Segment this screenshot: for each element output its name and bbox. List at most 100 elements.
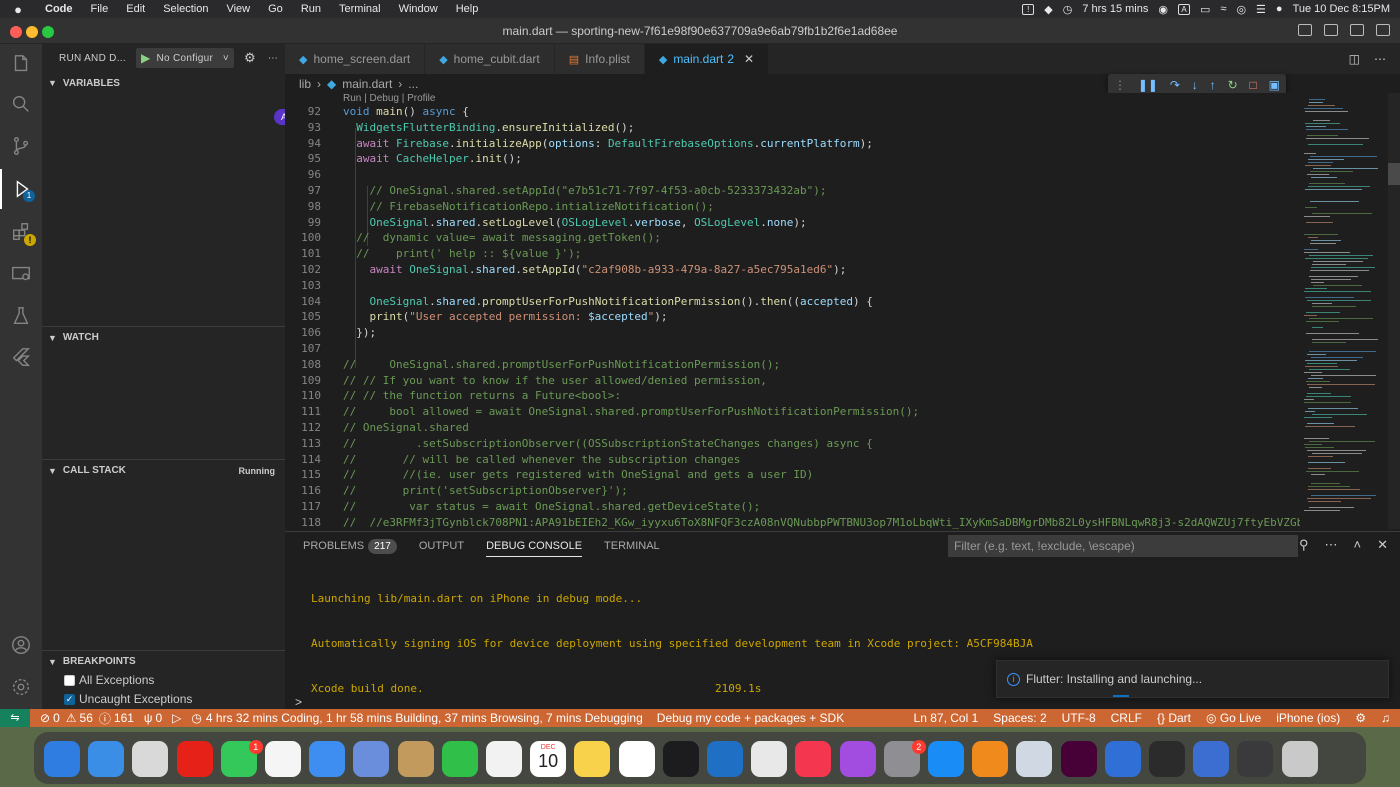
code-text[interactable]: // var status = await OneSignal.shared.g… bbox=[343, 500, 760, 513]
code-line[interactable]: 95 await CacheHelper.init(); bbox=[285, 152, 1300, 168]
debug-launch-icon[interactable]: ▷ bbox=[172, 711, 181, 725]
manage-gear-icon[interactable] bbox=[0, 667, 42, 707]
line-number[interactable]: 107 bbox=[285, 342, 321, 355]
warning-icon[interactable]: ⚠ bbox=[66, 711, 77, 725]
accounts-icon[interactable] bbox=[0, 625, 42, 665]
dock-xcode-icon[interactable] bbox=[1104, 741, 1141, 777]
more-actions-icon[interactable]: ⋯ bbox=[1325, 537, 1338, 553]
code-line[interactable]: 97 // OneSignal.shared.setAppId("e7b51c7… bbox=[285, 184, 1300, 200]
dock-calendar-icon[interactable]: DEC 10 bbox=[530, 741, 567, 777]
code-text[interactable]: // .setSubscriptionObserver((OSSubscript… bbox=[343, 437, 873, 450]
siri-icon[interactable]: ● bbox=[1276, 3, 1283, 15]
menu-window[interactable]: Window bbox=[390, 3, 447, 15]
code-editor[interactable]: Run | Debug | Profile 92 void main() asyn… bbox=[285, 93, 1300, 529]
warning-count[interactable]: 56 bbox=[80, 711, 93, 725]
menu-terminal[interactable]: Terminal bbox=[330, 3, 390, 15]
code-line[interactable]: 116 // print('setSubscriptionObserver}'); bbox=[285, 484, 1300, 500]
line-number[interactable]: 118 bbox=[285, 516, 321, 529]
dock-trash-icon[interactable] bbox=[1281, 741, 1318, 777]
dock-chatgpt-icon[interactable] bbox=[751, 741, 788, 777]
search-icon[interactable]: ⚲ bbox=[1299, 537, 1309, 553]
info-icon[interactable]: ⓘ bbox=[99, 710, 111, 727]
line-number[interactable]: 101 bbox=[285, 247, 321, 260]
play-icon[interactable]: ▶ bbox=[141, 51, 151, 65]
dock-youtube-icon[interactable] bbox=[176, 741, 213, 777]
close-panel-icon[interactable]: ✕ bbox=[1377, 537, 1388, 553]
info-count[interactable]: 161 bbox=[114, 711, 134, 725]
error-count[interactable]: 0 bbox=[53, 711, 60, 725]
code-line[interactable]: 115 // //(ie. user gets registered with O… bbox=[285, 468, 1300, 484]
menubar-timer[interactable]: 7 hrs 15 mins bbox=[1082, 3, 1148, 15]
timer-icon[interactable]: ◷ bbox=[1063, 3, 1073, 16]
feedback-icon[interactable]: ⚙ bbox=[1355, 711, 1366, 725]
pause-icon[interactable]: ❚❚ bbox=[1138, 78, 1158, 92]
dock-app-store-icon[interactable] bbox=[928, 741, 964, 777]
control-center-icon[interactable]: ☰ bbox=[1256, 3, 1266, 16]
line-number[interactable]: 98 bbox=[285, 200, 321, 213]
code-text[interactable]: await Firebase.initializeApp(options: De… bbox=[343, 137, 873, 150]
keyboard-input-icon[interactable]: A bbox=[1177, 3, 1190, 15]
dock-adobe-xd-icon[interactable] bbox=[1060, 741, 1097, 777]
toggle-sidebar-icon[interactable] bbox=[1298, 24, 1312, 36]
remote-indicator-icon[interactable]: ⇋ bbox=[0, 709, 30, 727]
run-debug-icon[interactable]: 1 bbox=[0, 169, 42, 209]
notification-toast[interactable]: i Flutter: Installing and launching... bbox=[996, 660, 1389, 698]
toggle-panel-icon[interactable] bbox=[1324, 24, 1338, 36]
step-over-icon[interactable]: ↷ bbox=[1170, 78, 1180, 92]
line-ending[interactable]: CRLF bbox=[1111, 711, 1142, 725]
code-text[interactable]: // print(' help :: ${value }'); bbox=[343, 247, 581, 260]
menu-file[interactable]: File bbox=[82, 3, 118, 15]
panel-tab-output[interactable]: OUTPUT bbox=[419, 540, 464, 552]
code-text[interactable]: }); bbox=[343, 326, 376, 339]
tab-info-plist[interactable]: ▤ Info.plist bbox=[554, 44, 645, 74]
dock-freeform-icon[interactable] bbox=[618, 741, 655, 777]
breakpoint-uncaught-exceptions[interactable]: ✓ Uncaught Exceptions bbox=[64, 692, 192, 706]
line-number[interactable]: 116 bbox=[285, 484, 321, 497]
menu-selection[interactable]: Selection bbox=[154, 3, 217, 15]
line-number[interactable]: 110 bbox=[285, 389, 321, 402]
maximize-panel-icon[interactable]: ˄ bbox=[1354, 537, 1362, 553]
breakpoints-section-header[interactable]: ▼ BREAKPOINTS bbox=[42, 650, 285, 672]
dock-launchpad-icon[interactable] bbox=[132, 741, 169, 777]
line-number[interactable]: 100 bbox=[285, 231, 321, 244]
line-number[interactable]: 109 bbox=[285, 374, 321, 387]
source-control-icon[interactable] bbox=[0, 126, 42, 166]
code-text[interactable]: void main() async { bbox=[343, 105, 469, 118]
breadcrumb-folder[interactable]: lib bbox=[299, 77, 311, 91]
remote-explorer-icon[interactable] bbox=[0, 254, 42, 294]
more-actions-icon[interactable]: ⋯ bbox=[268, 53, 278, 64]
console-prompt[interactable]: > bbox=[295, 695, 302, 709]
code-text[interactable]: await CacheHelper.init(); bbox=[343, 152, 522, 165]
wakatime-icon[interactable]: ◷ bbox=[191, 711, 201, 725]
code-line[interactable]: 98 // FirebaseNotificationRepo.intialize… bbox=[285, 200, 1300, 216]
restart-icon[interactable]: ↻ bbox=[1228, 78, 1238, 92]
line-number[interactable]: 99 bbox=[285, 216, 321, 229]
code-line[interactable]: 118 // //e3RFMf3jTGynblck708PN1:APA91bEIE… bbox=[285, 516, 1300, 529]
code-line[interactable]: 96 bbox=[285, 168, 1300, 184]
code-text[interactable]: // OneSignal.shared.setAppId("e7b51c71-7… bbox=[343, 184, 827, 197]
line-number[interactable]: 117 bbox=[285, 500, 321, 513]
tab-home-cubit[interactable]: ◆ home_cubit.dart bbox=[425, 44, 555, 74]
debug-mode-selector[interactable]: Debug my code + packages + SDK bbox=[657, 711, 844, 725]
drag-handle-icon[interactable]: ⋮ bbox=[1114, 78, 1126, 92]
menu-view[interactable]: View bbox=[217, 3, 259, 15]
code-text[interactable]: await OneSignal.shared.setAppId("c2af908… bbox=[343, 263, 847, 276]
customize-layout-icon[interactable] bbox=[1376, 24, 1390, 36]
menu-go[interactable]: Go bbox=[259, 3, 292, 15]
dock-mail-icon[interactable] bbox=[309, 741, 346, 777]
code-line[interactable]: 107 bbox=[285, 342, 1300, 358]
dock-podcasts-icon[interactable] bbox=[839, 741, 876, 777]
tab-main-dart[interactable]: ◆ main.dart 2 ✕ bbox=[644, 44, 770, 74]
notifications-bell-icon[interactable]: ♫ bbox=[1381, 711, 1390, 725]
stop-icon[interactable]: □ bbox=[1250, 78, 1257, 92]
line-number[interactable]: 108 bbox=[285, 358, 321, 371]
airdrop-icon[interactable]: ◎ bbox=[1236, 3, 1246, 16]
menu-app-name[interactable]: Code bbox=[36, 3, 82, 15]
menubar-clock[interactable]: Tue 10 Dec 8:15PM bbox=[1293, 3, 1390, 15]
line-number[interactable]: 105 bbox=[285, 310, 321, 323]
breakpoint-all-exceptions[interactable]: All Exceptions bbox=[64, 673, 154, 687]
code-text[interactable]: // dynamic value= await messaging.getTok… bbox=[343, 231, 661, 244]
toggle-secondary-sidebar-icon[interactable] bbox=[1350, 24, 1364, 36]
step-out-icon[interactable]: ↑ bbox=[1210, 78, 1216, 92]
line-number[interactable]: 106 bbox=[285, 326, 321, 339]
